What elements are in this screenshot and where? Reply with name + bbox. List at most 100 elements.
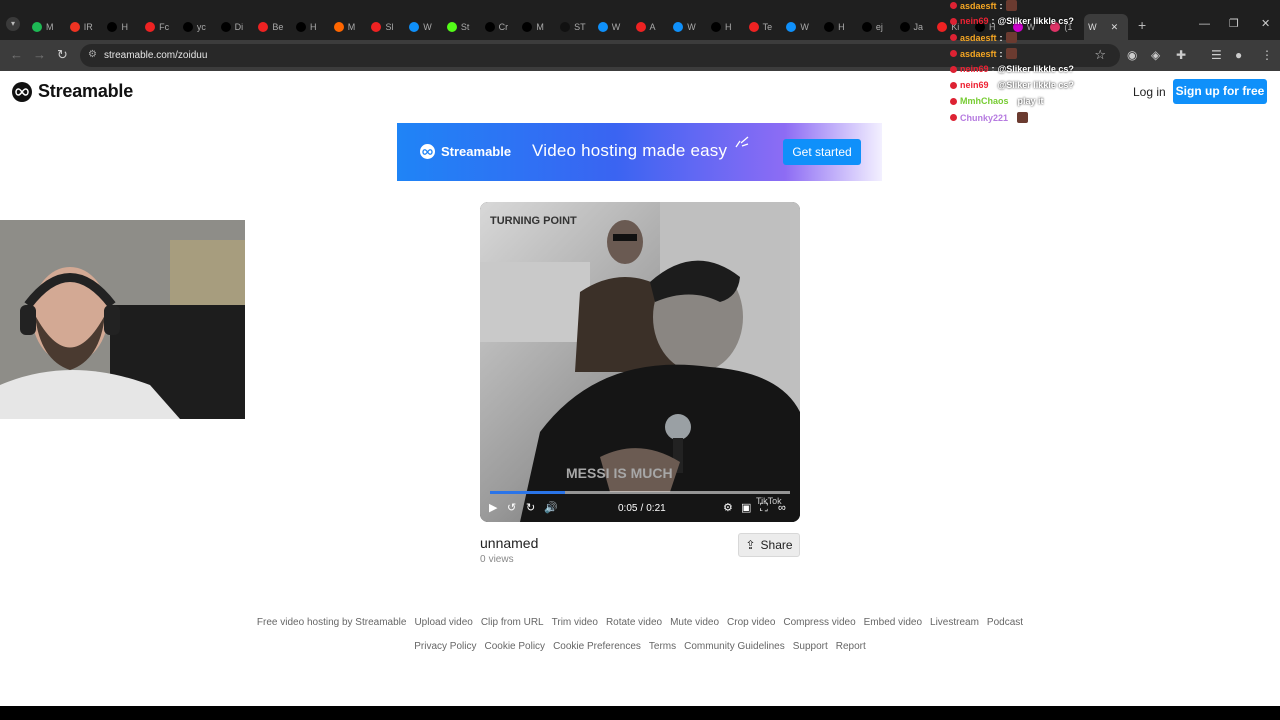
browser-tab[interactable]: M <box>28 14 66 40</box>
minimize-icon[interactable]: — <box>1199 19 1210 30</box>
tab-label: Cr <box>498 22 509 32</box>
extensions-puzzle-icon[interactable]: ✚ <box>1176 48 1186 62</box>
browser-tab[interactable]: Sl <box>367 14 405 40</box>
brand-name: Streamable <box>38 81 134 101</box>
tab-search-icon[interactable]: ▾ <box>6 17 20 31</box>
extension-icon[interactable]: ◈ <box>1151 48 1160 62</box>
footer-link[interactable]: Rotate video <box>606 617 662 628</box>
tab-label: H <box>838 22 845 32</box>
back-icon[interactable]: ← <box>10 48 23 62</box>
footer-link[interactable]: Privacy Policy <box>414 641 476 652</box>
footer-link[interactable]: Free video hosting by Streamable <box>257 617 407 628</box>
get-started-button[interactable]: Get started <box>783 139 861 165</box>
tab-favicon-icon <box>673 22 684 32</box>
promo-banner[interactable]: Streamable Video hosting made easy Get s… <box>397 123 882 181</box>
share-label: Share <box>760 538 793 552</box>
tab-label: IR <box>83 22 93 32</box>
caption-text: MESSI IS MUCH <box>566 465 673 481</box>
fullscreen-icon[interactable]: ⛶ <box>760 501 768 515</box>
footer-link[interactable]: Mute video <box>670 617 719 628</box>
footer-link[interactable]: Cookie Policy <box>484 641 545 652</box>
footer-link[interactable]: Report <box>836 641 866 652</box>
footer-link[interactable]: Compress video <box>783 617 855 628</box>
footer-link[interactable]: Crop video <box>727 617 775 628</box>
share-button[interactable]: ⇪ Share <box>738 533 800 557</box>
progress-bar[interactable] <box>490 491 790 494</box>
browser-tab[interactable]: Di <box>217 14 255 40</box>
volume-icon[interactable]: 🔊 <box>544 501 558 515</box>
forward-skip-icon[interactable]: ↻ <box>526 501 535 515</box>
browser-tab[interactable]: IR <box>66 14 104 40</box>
tab-favicon-icon <box>597 22 608 32</box>
footer-link[interactable]: Terms <box>649 641 676 652</box>
browser-tab[interactable]: W <box>405 14 443 40</box>
browser-tab[interactable]: H <box>820 14 858 40</box>
play-icon[interactable]: ▶ <box>489 501 497 515</box>
close-window-icon[interactable]: ✕ <box>1261 19 1270 30</box>
footer-link[interactable]: Cookie Preferences <box>553 641 641 652</box>
browser-tab[interactable]: Te <box>745 14 783 40</box>
reading-list-icon[interactable]: ☰ <box>1211 48 1222 62</box>
forward-icon[interactable]: → <box>33 48 46 62</box>
tab-favicon-icon <box>107 22 118 32</box>
footer-link[interactable]: Embed video <box>864 617 922 628</box>
video-player[interactable]: TURNING POINT MESSI IS MUCH TikTok ▶ ↺ ↻… <box>480 202 800 522</box>
tab-label: Fc <box>159 22 170 32</box>
url-text[interactable]: streamable.com/zoiduu <box>104 49 207 62</box>
footer-link[interactable]: Livestream <box>930 617 979 628</box>
footer-link[interactable]: Upload video <box>414 617 472 628</box>
site-info-icon[interactable]: ⚙ <box>88 49 100 61</box>
streamable-logo[interactable]: Streamable <box>12 81 133 102</box>
browser-tab[interactable]: W <box>594 14 632 40</box>
share-icon: ⇪ <box>745 538 756 552</box>
browser-tab[interactable]: Be <box>254 14 292 40</box>
footer-link[interactable]: Community Guidelines <box>684 641 785 652</box>
footer-link[interactable]: Podcast <box>987 617 1023 628</box>
tab-favicon-icon <box>937 22 948 32</box>
views-number: 0 <box>480 554 486 565</box>
browser-tab[interactable]: Fc <box>141 14 179 40</box>
tab-label: Sl <box>385 22 394 32</box>
restore-icon[interactable]: ❐ <box>1229 19 1239 30</box>
browser-tab[interactable]: St <box>443 14 481 40</box>
browser-tab[interactable]: Cr <box>481 14 519 40</box>
browser-tab[interactable]: Ja <box>896 14 934 40</box>
profile-avatar-icon[interactable]: ● <box>1235 48 1242 62</box>
chat-separator: : <box>991 16 995 26</box>
browser-tab[interactable]: H <box>292 14 330 40</box>
browser-menu-icon[interactable]: ⋮ <box>1261 48 1273 62</box>
tab-label: M <box>46 22 54 32</box>
reload-icon[interactable]: ↻ <box>57 48 68 62</box>
browser-tab[interactable]: ej <box>858 14 896 40</box>
browser-tab[interactable]: ST <box>556 14 594 40</box>
signup-button[interactable]: Sign up for free <box>1173 79 1267 104</box>
views-label: views <box>488 554 514 565</box>
banner-tagline: Video hosting made easy <box>532 141 728 160</box>
settings-icon[interactable]: ⚙ <box>723 501 733 515</box>
footer-link[interactable]: Trim video <box>552 617 598 628</box>
chat-username: MmhChaos <box>960 96 1009 106</box>
chat-message: nein69: @Sliker likkle cs? <box>950 80 1074 90</box>
chat-separator: : <box>999 48 1003 59</box>
browser-tab[interactable]: W <box>669 14 707 40</box>
streamable-badge-icon[interactable]: ∞ <box>778 501 786 515</box>
rewind-icon[interactable]: ↺ <box>507 501 516 515</box>
footer-link[interactable]: Support <box>793 641 828 652</box>
tab-favicon-icon <box>69 22 80 32</box>
browser-tab[interactable]: H <box>707 14 745 40</box>
chat-separator: : <box>1011 96 1015 106</box>
browser-tab[interactable]: W <box>782 14 820 40</box>
browser-tab[interactable]: M <box>518 14 556 40</box>
chat-badge-icon <box>950 65 957 73</box>
browser-tab[interactable]: A <box>632 14 670 40</box>
stream-chat-overlay: asdaesft: nein69: @Sliker likkle cs? asdaes… <box>950 0 1140 124</box>
browser-tab[interactable]: H <box>103 14 141 40</box>
overlay-logo-text: TURNING POINT <box>490 215 577 227</box>
tab-favicon-icon <box>32 22 42 32</box>
picture-in-picture-icon[interactable]: ▣ <box>741 501 751 515</box>
browser-tab[interactable]: M <box>330 14 368 40</box>
chat-emote-icon <box>1017 112 1029 123</box>
browser-tab[interactable]: yc <box>179 14 217 40</box>
chat-badge-icon <box>950 2 957 9</box>
footer-link[interactable]: Clip from URL <box>481 617 544 628</box>
